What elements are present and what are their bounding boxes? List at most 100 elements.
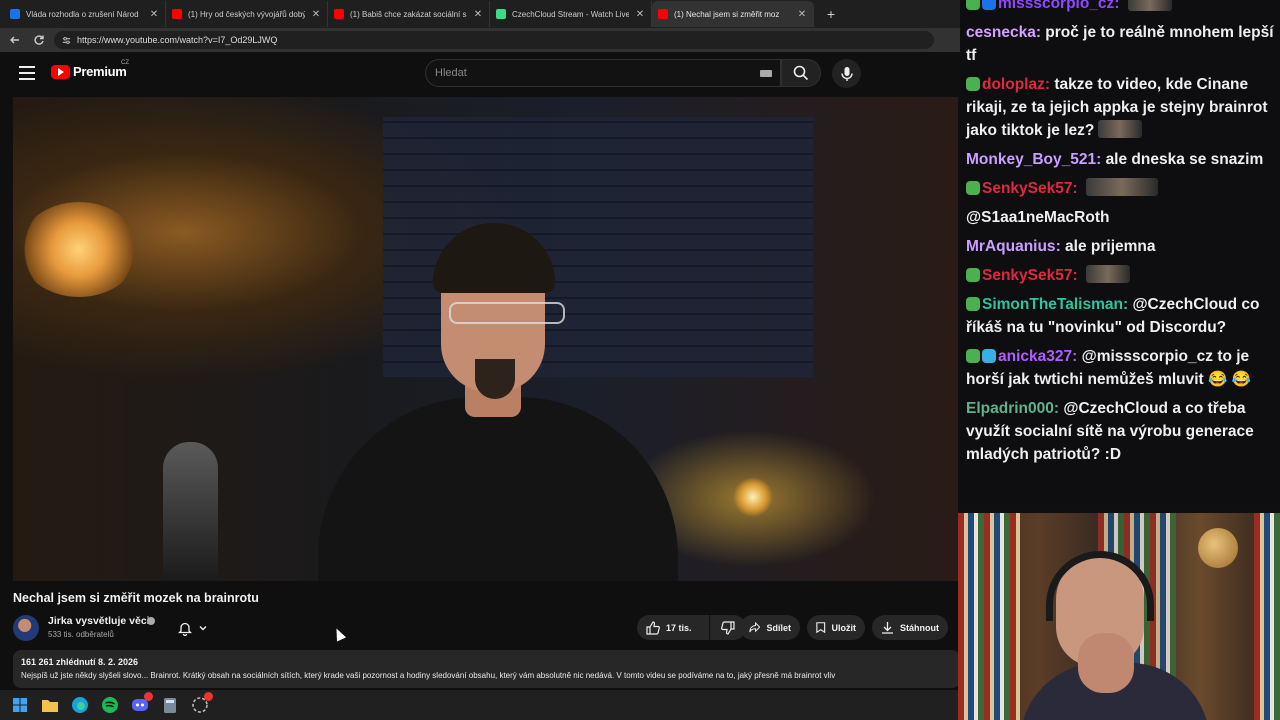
brand-label: Premium bbox=[73, 64, 127, 79]
description-text: Nejspíš už jste někdy slyšeli slovo... B… bbox=[21, 671, 836, 680]
background-light bbox=[733, 477, 773, 517]
browser-address-bar: https://www.youtube.com/watch?v=I7_Od29L… bbox=[0, 28, 960, 52]
chat-badge-icon bbox=[966, 349, 980, 363]
channel-row: Jirka vysvětluje věci 533 tis. odběratel… bbox=[13, 613, 958, 641]
back-icon[interactable] bbox=[6, 31, 24, 49]
app-icon[interactable] bbox=[190, 692, 213, 715]
channel-avatar[interactable] bbox=[13, 615, 39, 641]
chat-emote-icon bbox=[1085, 178, 1158, 196]
search-icon bbox=[793, 65, 809, 81]
browser-tab[interactable]: Vláda rozhodla o zrušení Národ ✕ bbox=[4, 1, 166, 27]
chat-username[interactable]: MrAquanius bbox=[966, 238, 1056, 255]
share-button[interactable]: Sdílet bbox=[740, 615, 800, 640]
chat-message: @S1aa1neMacRoth bbox=[966, 206, 1274, 229]
tab-favicon-icon bbox=[172, 9, 182, 19]
tab-label: (1) Hry od českých vývojářů dobýv bbox=[188, 9, 305, 19]
reload-icon[interactable] bbox=[30, 31, 48, 49]
chat-text: ale prijemna bbox=[1065, 238, 1156, 255]
search-placeholder: Hledat bbox=[435, 67, 467, 79]
chat-message: SenkySek57: bbox=[966, 264, 1274, 287]
presenter-glasses bbox=[449, 302, 565, 324]
chat-message: anicka327: @missscorpio_cz to je horší j… bbox=[966, 348, 1251, 388]
like-button[interactable]: 17 tis. bbox=[637, 615, 709, 640]
download-button[interactable]: Stáhnout bbox=[872, 615, 948, 640]
chat-badge-icon bbox=[966, 77, 980, 91]
tab-favicon-icon bbox=[10, 9, 20, 19]
youtube-logo[interactable]: Premium CZ bbox=[51, 60, 129, 79]
new-tab-icon[interactable]: + bbox=[820, 3, 842, 25]
site-info-icon[interactable] bbox=[62, 36, 71, 45]
chat-message: SimonTheTalisman: @CzechCloud co říkáš n… bbox=[966, 296, 1260, 336]
url-field[interactable]: https://www.youtube.com/watch?v=I7_Od29L… bbox=[54, 31, 934, 49]
streamer-hand bbox=[1078, 633, 1134, 693]
chat-username[interactable]: Elpadrin000 bbox=[966, 400, 1054, 417]
tab-label: (1) Babiš chce zakázat sociální sítě bbox=[350, 9, 467, 19]
url-text: https://www.youtube.com/watch?v=I7_Od29L… bbox=[77, 35, 278, 45]
bookmark-icon bbox=[816, 622, 826, 634]
description-box[interactable]: 161 261 zhlédnutí 8. 2. 2026 Nejspíš už … bbox=[13, 650, 960, 688]
discord-icon[interactable] bbox=[130, 692, 153, 715]
bookshelf-left bbox=[958, 513, 1020, 720]
chevron-down-icon bbox=[199, 626, 207, 631]
views-and-date: 161 261 zhlédnutí 8. 2. 2026 bbox=[21, 657, 139, 667]
youtube-header: Premium CZ Hledat bbox=[0, 52, 960, 96]
browser-tab[interactable]: CzechCloud Stream - Watch Live o ✕ bbox=[490, 1, 652, 27]
tab-label: Vláda rozhodla o zrušení Národ bbox=[26, 9, 139, 19]
chat-username[interactable]: SenkySek57 bbox=[982, 267, 1073, 284]
bookshelf-right bbox=[1254, 513, 1280, 720]
screen: Vláda rozhodla o zrušení Národ ✕ (1) Hry o… bbox=[0, 0, 1280, 720]
save-button[interactable]: Uložit bbox=[807, 615, 865, 640]
lamp-glow bbox=[19, 202, 139, 297]
chat-badge-icon bbox=[966, 0, 980, 10]
chat-username[interactable]: missscorpio_cz bbox=[998, 0, 1114, 12]
verified-icon bbox=[147, 617, 155, 625]
thumbs-down-icon bbox=[721, 620, 735, 635]
discord-notification-badge bbox=[144, 692, 153, 701]
keyboard-icon[interactable] bbox=[760, 70, 772, 77]
tab-label: (1) Nechal jsem si změřit moz bbox=[674, 9, 780, 19]
chat-username[interactable]: doloplaz bbox=[982, 76, 1045, 93]
spotify-icon[interactable] bbox=[100, 695, 120, 715]
search-button[interactable] bbox=[781, 59, 821, 87]
menu-icon[interactable] bbox=[19, 66, 35, 80]
browser-tab[interactable]: (1) Nechal jsem si změřit moz ✕ bbox=[652, 1, 814, 27]
windows-start-icon[interactable] bbox=[10, 695, 30, 715]
tab-close-icon[interactable]: ✕ bbox=[797, 9, 807, 20]
chat-message: MrAquanius: ale prijemna bbox=[966, 238, 1156, 255]
chat-text: ale dneska se snazim bbox=[1105, 151, 1264, 168]
app-notification-badge bbox=[204, 692, 213, 701]
tab-favicon-icon bbox=[334, 9, 344, 19]
search-input[interactable]: Hledat bbox=[425, 59, 781, 87]
chat-username[interactable]: cesnecka bbox=[966, 24, 1036, 41]
tab-favicon-icon bbox=[496, 9, 506, 19]
browser-tab[interactable]: (1) Hry od českých vývojářů dobýv ✕ bbox=[166, 1, 328, 27]
tab-close-icon[interactable]: ✕ bbox=[149, 9, 159, 20]
chat-username[interactable]: Monkey_Boy_521 bbox=[966, 151, 1096, 168]
channel-name[interactable]: Jirka vysvětluje věci bbox=[48, 615, 150, 627]
video-player[interactable] bbox=[13, 97, 958, 581]
chat-message: SenkySek57: bbox=[966, 177, 1274, 200]
tab-close-icon[interactable]: ✕ bbox=[473, 9, 483, 20]
chat-emote-icon bbox=[1085, 265, 1130, 283]
browser-tab[interactable]: (1) Babiš chce zakázat sociální sítě ✕ bbox=[328, 1, 490, 27]
video-title: Nechal jsem si změřit mozek na brainrotu bbox=[13, 591, 259, 605]
chat-username[interactable]: SimonTheTalisman bbox=[982, 296, 1123, 313]
chat-username[interactable]: anicka327 bbox=[998, 348, 1072, 365]
voice-search-button[interactable] bbox=[832, 59, 861, 88]
share-label: Sdílet bbox=[766, 622, 791, 633]
tab-close-icon[interactable]: ✕ bbox=[635, 9, 645, 20]
edge-browser-icon[interactable] bbox=[70, 695, 90, 715]
subscription-bell-button[interactable] bbox=[174, 617, 224, 639]
tab-close-icon[interactable]: ✕ bbox=[311, 9, 321, 20]
youtube-play-icon bbox=[51, 64, 70, 79]
chat-badge-icon bbox=[966, 297, 980, 311]
chat-username[interactable]: SenkySek57 bbox=[982, 180, 1073, 197]
presenter-body bbox=[318, 397, 678, 581]
calculator-icon[interactable] bbox=[160, 695, 180, 715]
file-explorer-icon[interactable] bbox=[40, 695, 60, 715]
chat-text: @S1aa1neMacRoth bbox=[966, 209, 1110, 226]
chat-emote-icon bbox=[1127, 0, 1172, 11]
chat-message: missscorpio_cz: bbox=[966, 0, 1274, 15]
tab-favicon-icon bbox=[658, 9, 668, 19]
chat-message: cesnecka: proč je to reálně mnohem lepší… bbox=[966, 24, 1274, 64]
